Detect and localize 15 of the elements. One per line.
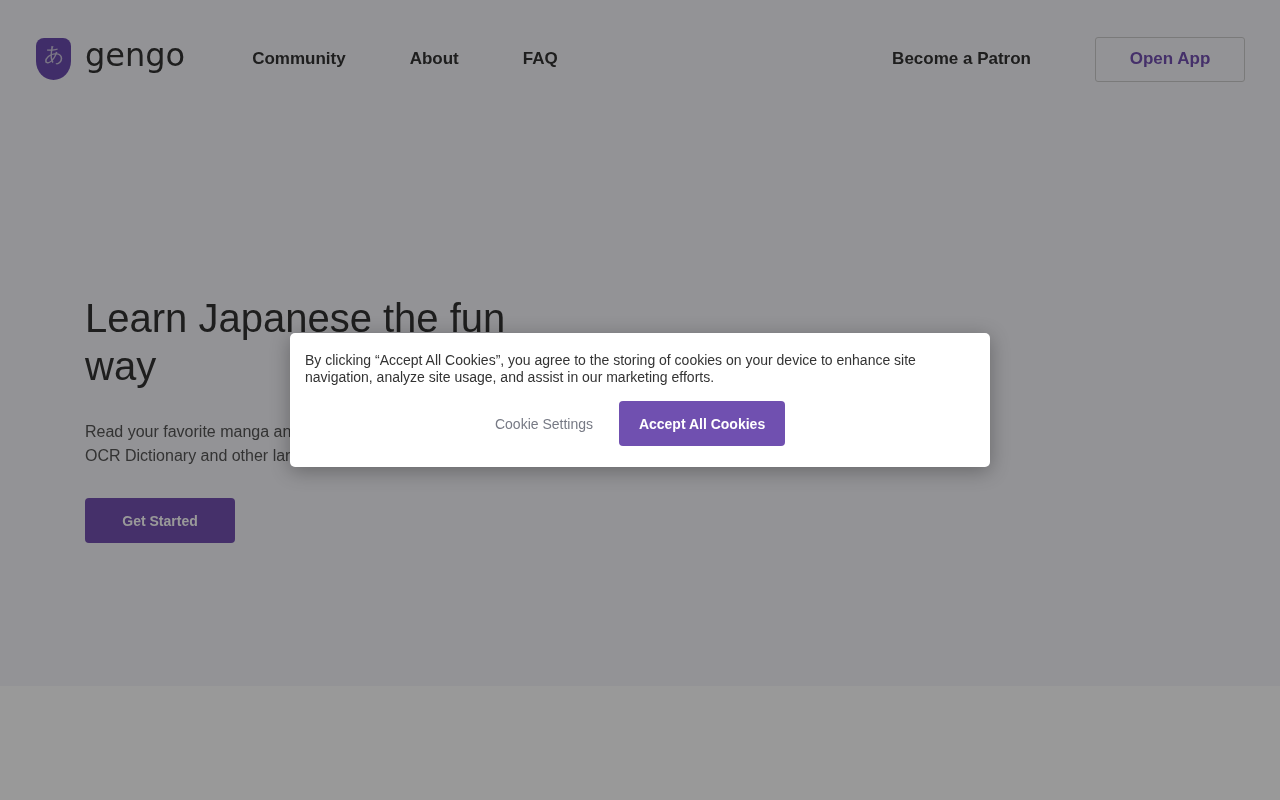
logo-wordmark[interactable]: gengo: [85, 36, 186, 74]
hero-title: Learn Japanese the fun: [85, 295, 506, 342]
open-app-button[interactable]: Open App: [1095, 36, 1245, 82]
patron-link[interactable]: Become a Patron: [892, 49, 1031, 69]
get-started-button[interactable]: Get Started: [85, 498, 235, 543]
nav-link[interactable]: About: [409, 49, 459, 69]
nav-link[interactable]: Community: [252, 49, 346, 69]
nav-link[interactable]: FAQ: [522, 49, 558, 69]
hero-description: Read your favorite manga an: [85, 422, 292, 442]
cookie-settings-button[interactable]: Cookie Settings: [494, 415, 594, 432]
logo-icon: あ: [36, 38, 71, 80]
cookie-notice-text: By clicking “Accept All Cookies”, you agree to the storing of cookies on your device to enhance site navigation, analyze site usage, and assist in our marketing efforts.: [305, 352, 917, 386]
hero-title: way: [85, 343, 157, 390]
accept-cookies-button[interactable]: Accept All Cookies: [619, 401, 786, 446]
hero-description: OCR Dictionary and other lar: [85, 446, 291, 466]
